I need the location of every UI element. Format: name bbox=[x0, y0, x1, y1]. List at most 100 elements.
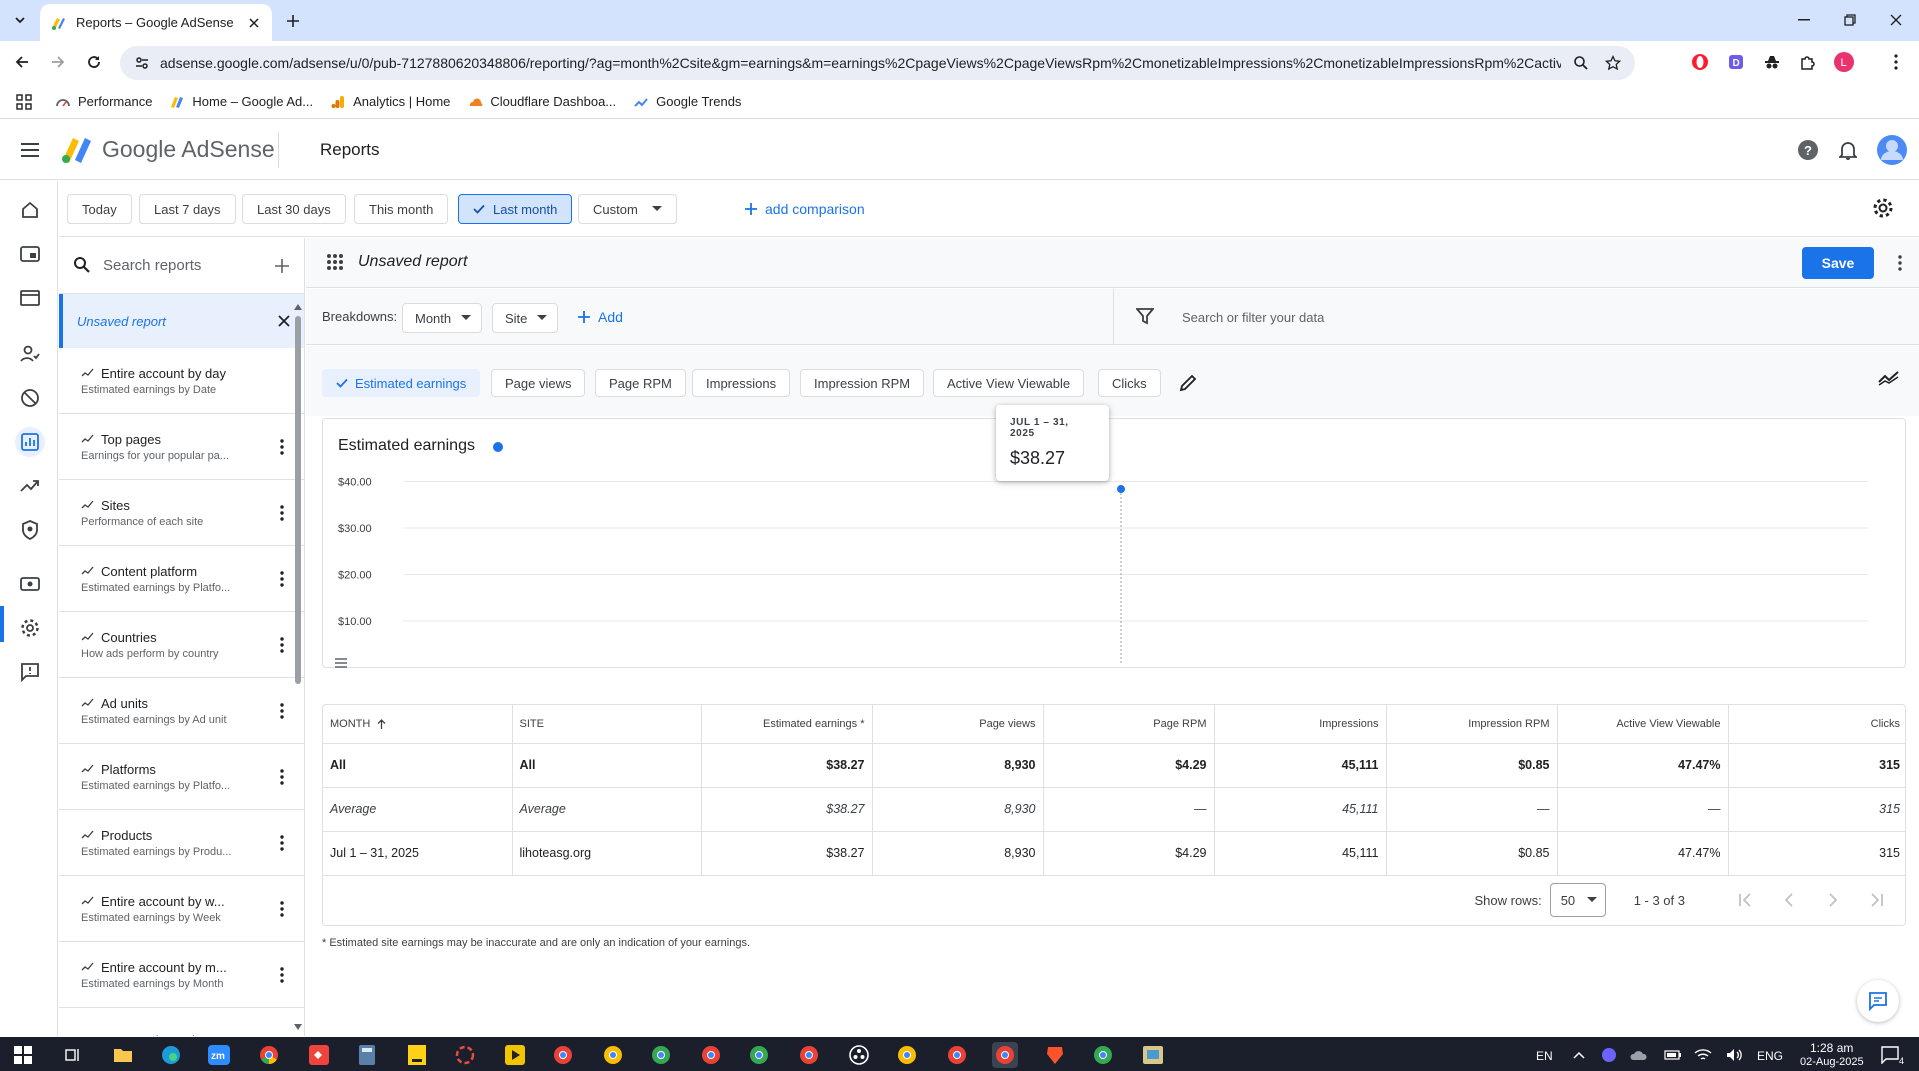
earnings-chart[interactable]: $10.00$20.00$30.00$40.00Jul 1 bbox=[323, 419, 1907, 669]
optimization-trend-icon[interactable] bbox=[15, 471, 45, 501]
zoom-icon[interactable] bbox=[1569, 51, 1593, 75]
report-list-item[interactable]: Top pages Earnings for your popular pa... bbox=[59, 414, 304, 480]
unsaved-report-item[interactable]: Unsaved report bbox=[59, 294, 304, 348]
report-list-item[interactable]: Entire account by w... Estimated earnings… bbox=[59, 876, 304, 942]
bookmark-adsense-home[interactable]: Home – Google Ad... bbox=[170, 94, 313, 109]
add-breakdown-button[interactable]: Add bbox=[578, 309, 623, 325]
report-item-menu-icon[interactable] bbox=[272, 899, 292, 919]
chrome-profile-icon[interactable] bbox=[796, 1042, 822, 1068]
anydesk-icon[interactable] bbox=[306, 1042, 332, 1068]
scrollbar-thumb[interactable] bbox=[295, 316, 301, 684]
add-comparison-button[interactable]: add comparison bbox=[745, 194, 865, 224]
report-settings-gear-icon[interactable] bbox=[1872, 197, 1896, 221]
account-avatar[interactable] bbox=[1874, 132, 1910, 168]
task-view-icon[interactable] bbox=[60, 1042, 86, 1068]
report-list-item[interactable]: Sites Performance of each site bbox=[59, 480, 304, 546]
windows-start-icon[interactable] bbox=[10, 1042, 36, 1068]
photos-app-icon[interactable] bbox=[452, 1042, 478, 1068]
report-item-menu-icon[interactable] bbox=[272, 701, 292, 721]
chrome-profile-icon[interactable] bbox=[600, 1042, 626, 1068]
chrome-profile-icon[interactable] bbox=[648, 1042, 674, 1068]
add-report-plus-icon[interactable] bbox=[274, 258, 290, 274]
brand-safety-block-icon[interactable] bbox=[15, 383, 45, 413]
scroll-up-arrow-icon[interactable] bbox=[294, 302, 302, 312]
home-icon[interactable] bbox=[15, 195, 45, 225]
first-page-icon[interactable] bbox=[1733, 888, 1757, 912]
column-header-active-view[interactable]: Active View Viewable bbox=[1557, 705, 1729, 744]
report-item-menu-icon[interactable] bbox=[272, 503, 292, 523]
settings-gear-icon[interactable] bbox=[15, 613, 45, 643]
report-list-item[interactable]: Countries How ads perform by country bbox=[59, 612, 304, 678]
next-page-icon[interactable] bbox=[1821, 888, 1845, 912]
close-tab-icon[interactable] bbox=[246, 15, 262, 31]
report-list-item[interactable]: Products Estimated earnings by Produ... bbox=[59, 810, 304, 876]
volume-icon[interactable] bbox=[1722, 1042, 1748, 1068]
date-last-month-chip[interactable]: Last month bbox=[458, 194, 573, 224]
notification-center-icon[interactable]: 4 bbox=[1878, 1042, 1904, 1068]
notifications-bell-icon[interactable] bbox=[1834, 136, 1862, 164]
send-feedback-button[interactable] bbox=[1857, 980, 1899, 1022]
search-reports-input[interactable]: Search reports bbox=[103, 257, 274, 274]
chart-legend-lines-icon[interactable] bbox=[335, 658, 347, 668]
date-custom-dropdown[interactable]: Custom bbox=[578, 194, 677, 224]
filter-search-input[interactable]: Search or filter your data bbox=[1182, 310, 1324, 325]
feedback-icon[interactable] bbox=[15, 657, 45, 687]
minimize-icon[interactable] bbox=[1782, 8, 1826, 32]
wifi-icon[interactable] bbox=[1690, 1042, 1716, 1068]
chrome-profile-icon[interactable] bbox=[698, 1042, 724, 1068]
rows-per-page-select[interactable]: 50 bbox=[1549, 883, 1606, 917]
chrome-profile-icon[interactable] bbox=[1090, 1042, 1116, 1068]
chart-type-trend-icon[interactable] bbox=[1878, 370, 1902, 394]
column-header-page-rpm[interactable]: Page RPM bbox=[1043, 705, 1215, 744]
column-header-page-views[interactable]: Page views bbox=[872, 705, 1044, 744]
last-page-icon[interactable] bbox=[1865, 888, 1889, 912]
bookmark-star-icon[interactable] bbox=[1601, 51, 1625, 75]
back-icon[interactable] bbox=[10, 50, 34, 74]
spy-extension-icon[interactable] bbox=[1760, 50, 1784, 74]
zoom-app-icon[interactable]: zm bbox=[206, 1042, 232, 1068]
metric-impressions-chip[interactable]: Impressions bbox=[692, 369, 791, 397]
reports-icon[interactable] bbox=[15, 427, 45, 457]
forward-icon[interactable] bbox=[46, 50, 70, 74]
column-header-month[interactable]: MONTH bbox=[323, 705, 513, 744]
date-last30-chip[interactable]: Last 30 days bbox=[242, 194, 346, 224]
media-player-icon[interactable] bbox=[502, 1042, 528, 1068]
help-icon[interactable]: ? bbox=[1794, 136, 1822, 164]
report-name[interactable]: Unsaved report bbox=[358, 253, 467, 271]
sticky-notes-icon[interactable] bbox=[404, 1042, 430, 1068]
d-extension-icon[interactable]: D bbox=[1724, 50, 1748, 74]
apps-grid-icon[interactable] bbox=[326, 253, 346, 273]
report-item-menu-icon[interactable] bbox=[272, 437, 292, 457]
apps-grid-icon[interactable] bbox=[16, 93, 32, 110]
chrome-profile-icon[interactable] bbox=[894, 1042, 920, 1068]
clock-date[interactable]: 02-Aug-2025 bbox=[1800, 1056, 1864, 1068]
cloud-icon[interactable] bbox=[1626, 1042, 1652, 1068]
column-header-site[interactable]: SITE bbox=[512, 705, 702, 744]
search-reports[interactable]: Search reports bbox=[59, 238, 304, 294]
address-bar[interactable]: adsense.google.com/adsense/u/0/pub-71278… bbox=[120, 46, 1635, 80]
new-tab-icon[interactable] bbox=[282, 10, 304, 32]
keyboard-language-en[interactable]: EN bbox=[1536, 1049, 1553, 1063]
keyboard-language-eng[interactable]: ENG bbox=[1757, 1049, 1783, 1063]
adsense-logo[interactable]: Google AdSense bbox=[60, 134, 275, 164]
report-item-menu-icon[interactable] bbox=[272, 833, 292, 853]
metric-page-views-chip[interactable]: Page views bbox=[491, 369, 586, 397]
tab-search-icon[interactable] bbox=[8, 8, 32, 32]
site-info-icon[interactable] bbox=[134, 55, 150, 71]
url-text[interactable]: adsense.google.com/adsense/u/0/pub-71278… bbox=[160, 55, 1561, 71]
chrome-profile-icon[interactable] bbox=[550, 1042, 576, 1068]
sites-icon[interactable] bbox=[15, 283, 45, 313]
hamburger-menu-icon[interactable] bbox=[18, 138, 42, 162]
report-list-item[interactable]: Entire account by day Estimated earnings … bbox=[59, 348, 304, 414]
column-header-estimated-earnings[interactable]: Estimated earnings * bbox=[701, 705, 873, 744]
opera-extension-icon[interactable] bbox=[1688, 50, 1712, 74]
bookmark-analytics[interactable]: Analytics | Home bbox=[331, 94, 450, 109]
close-window-icon[interactable] bbox=[1874, 8, 1918, 32]
chrome-active-icon[interactable] bbox=[992, 1042, 1018, 1068]
privacy-messaging-icon[interactable] bbox=[15, 339, 45, 369]
previous-page-icon[interactable] bbox=[1777, 888, 1801, 912]
bookmark-cloudflare[interactable]: Cloudflare Dashboa... bbox=[468, 94, 616, 109]
clock-time[interactable]: 1:28 am bbox=[1810, 1041, 1853, 1055]
date-today-chip[interactable]: Today bbox=[67, 194, 132, 224]
sort-ascending-arrow-icon[interactable] bbox=[377, 718, 386, 729]
